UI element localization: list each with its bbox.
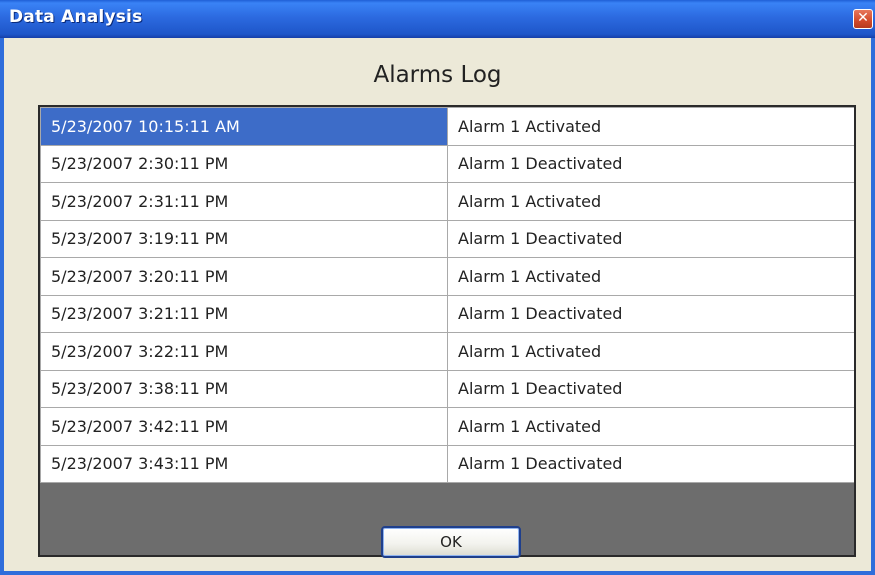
timestamp-cell[interactable]: 5/23/2007 3:22:11 PM [40, 332, 448, 371]
data-analysis-window: Data Analysis ✕ Alarms Log 5/23/2007 10:… [0, 0, 875, 575]
alarms-log-grid[interactable]: 5/23/2007 10:15:11 AM Alarm 1 Activated 5/… [38, 105, 856, 557]
timestamp-cell[interactable]: 5/23/2007 2:30:11 PM [40, 144, 448, 183]
event-cell[interactable]: Alarm 1 Deactivated [447, 444, 854, 483]
title-bar[interactable]: Data Analysis ✕ [0, 0, 875, 38]
alarms-log-table: 5/23/2007 10:15:11 AM Alarm 1 Activated 5/… [40, 107, 854, 483]
table-row[interactable]: 5/23/2007 3:38:11 PM Alarm 1 Deactivated [40, 369, 854, 408]
timestamp-cell[interactable]: 5/23/2007 10:15:11 AM [40, 107, 448, 146]
timestamp-cell[interactable]: 5/23/2007 3:21:11 PM [40, 294, 448, 333]
timestamp-cell[interactable]: 5/23/2007 3:42:11 PM [40, 407, 448, 446]
table-row[interactable]: 5/23/2007 3:42:11 PM Alarm 1 Activated [40, 407, 854, 446]
event-cell[interactable]: Alarm 1 Deactivated [447, 369, 854, 408]
timestamp-cell[interactable]: 5/23/2007 3:43:11 PM [40, 444, 448, 483]
timestamp-cell[interactable]: 5/23/2007 3:20:11 PM [40, 257, 448, 296]
close-icon[interactable]: ✕ [853, 9, 873, 29]
table-row[interactable]: 5/23/2007 3:20:11 PM Alarm 1 Activated [40, 257, 854, 296]
event-cell[interactable]: Alarm 1 Deactivated [447, 144, 854, 183]
table-row[interactable]: 5/23/2007 10:15:11 AM Alarm 1 Activated [40, 107, 854, 146]
event-cell[interactable]: Alarm 1 Deactivated [447, 294, 854, 333]
event-cell[interactable]: Alarm 1 Deactivated [447, 219, 854, 258]
ok-button[interactable]: OK [381, 526, 521, 558]
timestamp-cell[interactable]: 5/23/2007 3:38:11 PM [40, 369, 448, 408]
timestamp-cell[interactable]: 5/23/2007 2:31:11 PM [40, 182, 448, 221]
event-cell[interactable]: Alarm 1 Activated [447, 407, 854, 446]
page-title: Alarms Log [373, 62, 502, 88]
table-row[interactable]: 5/23/2007 3:43:11 PM Alarm 1 Deactivated [40, 444, 854, 483]
event-cell[interactable]: Alarm 1 Activated [447, 107, 854, 146]
timestamp-cell[interactable]: 5/23/2007 3:19:11 PM [40, 219, 448, 258]
event-cell[interactable]: Alarm 1 Activated [447, 257, 854, 296]
event-cell[interactable]: Alarm 1 Activated [447, 182, 854, 221]
table-row[interactable]: 5/23/2007 3:22:11 PM Alarm 1 Activated [40, 332, 854, 371]
window-title: Data Analysis [9, 7, 143, 27]
table-row[interactable]: 5/23/2007 3:21:11 PM Alarm 1 Deactivated [40, 294, 854, 333]
table-row[interactable]: 5/23/2007 2:31:11 PM Alarm 1 Activated [40, 182, 854, 221]
event-cell[interactable]: Alarm 1 Activated [447, 332, 854, 371]
table-row[interactable]: 5/23/2007 2:30:11 PM Alarm 1 Deactivated [40, 144, 854, 183]
table-row[interactable]: 5/23/2007 3:19:11 PM Alarm 1 Deactivated [40, 219, 854, 258]
